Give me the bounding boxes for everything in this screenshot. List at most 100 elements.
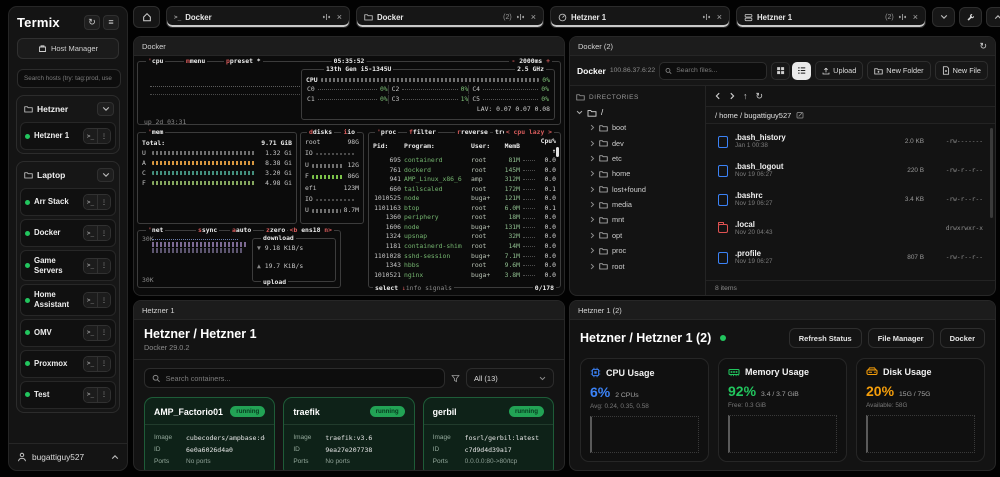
open-terminal-button[interactable]: >_ [84,259,97,273]
host-item[interactable]: Hetzner 1 >_ ⋮ [20,122,116,150]
container-card[interactable]: traefik running ​ Image traefik:v3.6 ID … [283,397,414,470]
process-row[interactable]: 1343 hbbs root 9.6M 0.0 [369,261,560,271]
tree-directory[interactable]: mnt [576,212,699,227]
tab-hetzner-containers[interactable]: Hetzner 1 × [550,6,730,28]
process-row[interactable]: 1010525 node buga+ 121M 0.0 [369,194,560,204]
container-filter-select[interactable]: All (13) [466,368,554,388]
user-menu[interactable]: bugattiguy527 [9,443,127,470]
host-item[interactable]: Home Assistant >_ ⋮ [20,284,116,315]
tree-directory[interactable]: etc [576,151,699,166]
process-row[interactable]: 761 dockerd root 145M 0.0 [369,166,560,176]
file-row[interactable]: .profile Nov 19 06:27 807 B -rw-r--r-- [710,243,987,272]
host-manager-button[interactable]: Host Manager [17,38,119,59]
docker-button[interactable]: Docker [940,328,985,348]
edit-path-icon[interactable] [796,111,804,119]
tab-hetzner-stats[interactable]: Hetzner 1 (2) × [736,6,926,28]
scroll-tabs-up-button[interactable] [986,7,1000,27]
menu-button[interactable]: ≡ [103,15,119,30]
new-folder-button[interactable]: New Folder [867,61,930,80]
host-item[interactable]: Docker >_ ⋮ [20,219,116,247]
file-row[interactable]: .local Nov 20 04:43 drwxrwxr-x [710,214,987,243]
tree-directory[interactable]: proc [576,243,699,258]
file-row[interactable]: .bash_history Jan 1 00:38 2.0 KB -rw----… [710,127,987,156]
host-more-button[interactable]: ⋮ [97,129,110,143]
collapse-group-button[interactable] [97,168,114,182]
host-more-button[interactable]: ⋮ [97,357,110,371]
filter-icon[interactable] [451,374,460,383]
refresh-status-button[interactable]: Refresh Status [789,328,862,348]
admin-tools-button[interactable] [959,7,982,27]
process-row[interactable]: 1010521 nginx buga+ 3.8M 0.0 [369,271,560,281]
group-header[interactable]: Hetzner [20,99,116,119]
open-terminal-button[interactable]: >_ [84,357,97,371]
tree-directory[interactable]: media [576,197,699,212]
refresh-button[interactable]: ↻ [84,15,100,30]
open-terminal-button[interactable]: >_ [84,293,97,307]
close-icon[interactable]: × [715,13,722,22]
search-hosts-input[interactable] [17,69,121,88]
open-terminal-button[interactable]: >_ [84,195,97,209]
host-more-button[interactable]: ⋮ [97,326,110,340]
host-more-button[interactable]: ⋮ [97,195,110,209]
process-row[interactable]: 1360 periphery root 18M 0.0 [369,213,560,223]
host-more-button[interactable]: ⋮ [97,259,110,273]
upload-button[interactable]: Upload [815,61,863,80]
proc-scrollbar-thumb[interactable] [556,147,559,157]
close-icon[interactable]: × [335,13,342,22]
process-row[interactable]: 660 tailscaled root 172M 0.1 [369,185,560,195]
process-row[interactable]: 1181 containerd-shim root 14M 0.0 [369,242,560,252]
host-item[interactable]: Proxmox >_ ⋮ [20,350,116,378]
terminal-screen[interactable]: 'cpu mmenu ppreset * 05:35:52 - 2000ms +… [134,56,564,295]
tree-directory[interactable]: lost+found [576,182,699,197]
tab-docker-files[interactable]: Docker (2) × [356,6,544,28]
open-terminal-button[interactable]: >_ [84,388,97,402]
forward-icon[interactable] [729,92,735,100]
process-row[interactable]: 1606 node buga+ 131M 0.0 [369,223,560,233]
close-icon[interactable]: × [911,13,918,22]
tree-directory[interactable]: home [576,166,699,181]
file-manager-button[interactable]: File Manager [868,328,934,348]
group-header[interactable]: Laptop [20,165,116,185]
file-list-scrollbar[interactable] [990,128,993,218]
tree-directory[interactable]: dev [576,135,699,150]
process-row[interactable]: 1101028 sshd-session buga+ 7.1M 0.0 [369,252,560,262]
process-row[interactable]: 1101163 btop root 6.0M 0.1 [369,204,560,214]
host-item[interactable]: Arr Stack >_ ⋮ [20,188,116,216]
tree-directory[interactable]: boot [576,120,699,135]
up-directory-icon[interactable]: ↑ [743,91,748,101]
tree-root[interactable]: / [576,108,699,117]
home-button[interactable] [133,6,160,28]
open-terminal-button[interactable]: >_ [84,226,97,240]
scroll-tabs-down-button[interactable] [932,7,955,27]
process-row[interactable]: 695 containerd root 81M 0.0 [369,156,560,166]
process-row[interactable]: 941 AMP_Linux_x86_6 amp 312M 0.0 [369,175,560,185]
back-icon[interactable] [715,92,721,100]
refresh-icon[interactable]: ↻ [756,91,764,102]
host-item[interactable]: Test >_ ⋮ [20,381,116,409]
refresh-icon[interactable]: ↻ [979,41,987,52]
collapse-group-button[interactable] [97,102,114,116]
grid-view-button[interactable] [771,62,790,80]
new-file-button[interactable]: New File [935,61,988,80]
open-terminal-button[interactable]: >_ [84,129,97,143]
container-card[interactable]: gerbil running ​ Image fosrl/gerbil:late… [423,397,554,470]
process-row[interactable]: 1324 upsnap root 32M 0.0 [369,232,560,242]
tree-directory[interactable]: opt [576,228,699,243]
tree-directory[interactable]: root [576,258,699,273]
list-view-button[interactable] [792,62,811,80]
file-row[interactable]: .bash_logout Nov 19 06:27 220 B -rw-r--r… [710,156,987,185]
host-more-button[interactable]: ⋮ [97,293,110,307]
host-more-button[interactable]: ⋮ [97,226,110,240]
file-row[interactable]: .bashrc Nov 19 06:27 3.4 KB -rw-r--r-- [710,185,987,214]
close-icon[interactable]: × [529,13,536,22]
tab-count: (2) [503,14,512,21]
container-search-input[interactable] [166,374,437,383]
breadcrumb[interactable]: / home / bugattiguy527 [715,111,791,120]
file-search-input[interactable] [676,67,761,74]
container-card[interactable]: AMP_Factorio01 running ​ Image cubecoder… [144,397,275,470]
host-item[interactable]: OMV >_ ⋮ [20,319,116,347]
host-item[interactable]: Game Servers >_ ⋮ [20,250,116,281]
open-terminal-button[interactable]: >_ [84,326,97,340]
host-more-button[interactable]: ⋮ [97,388,110,402]
tab-docker-terminal[interactable]: >_ Docker × [166,6,350,28]
